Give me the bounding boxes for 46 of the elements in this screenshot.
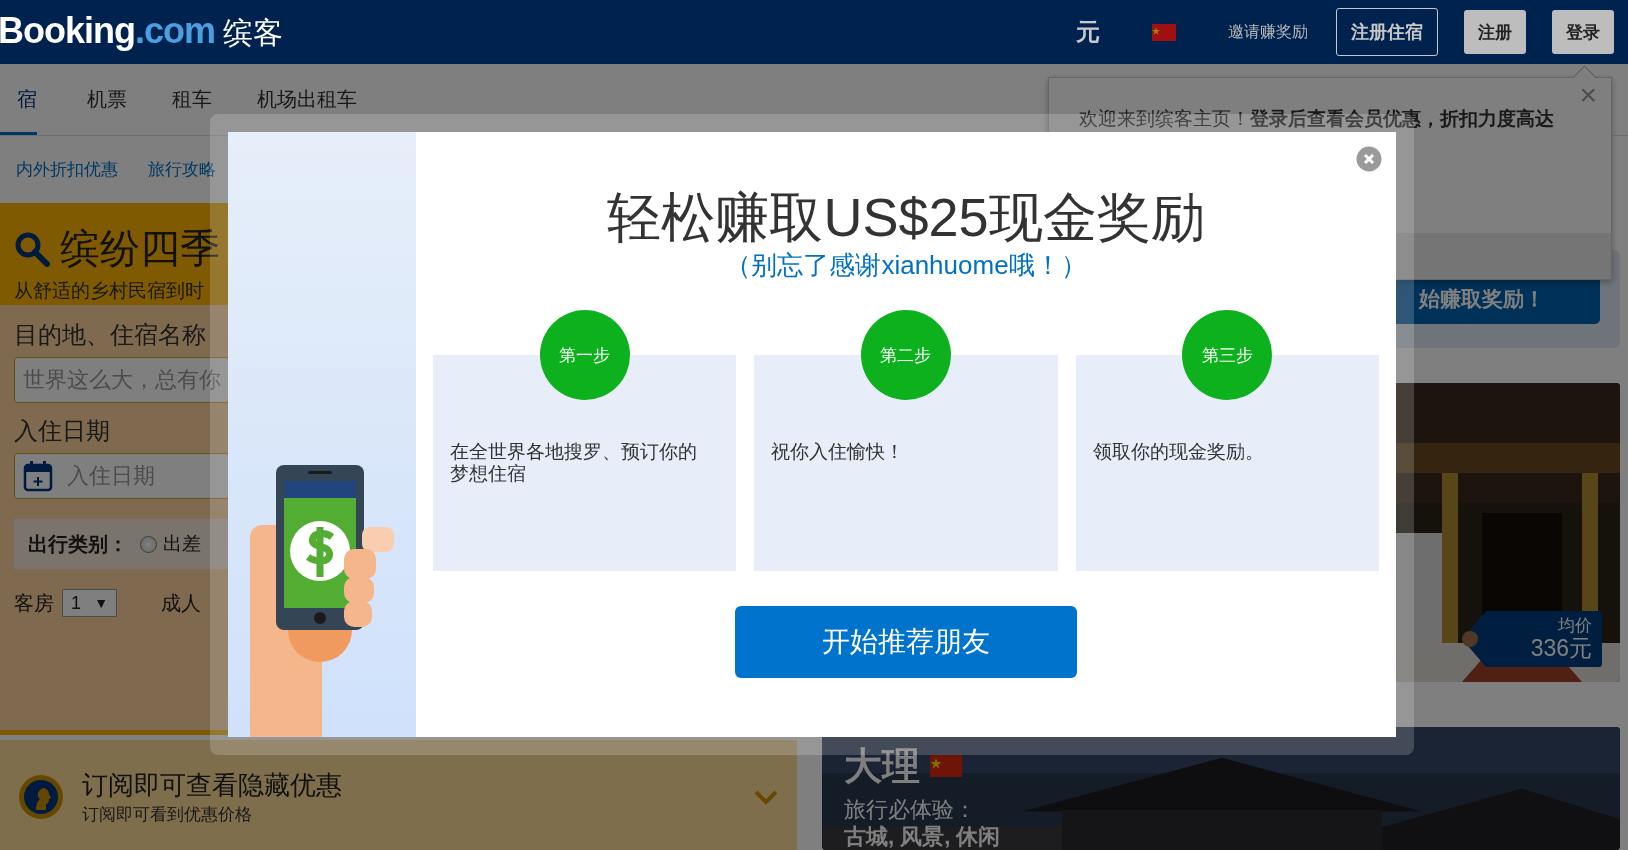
- adults-label: 成人: [161, 590, 201, 616]
- trip-type-label: 出行类别：: [28, 531, 128, 557]
- calendar-icon: [23, 460, 53, 492]
- destination-label: 目的地、住宿名称: [14, 320, 206, 350]
- nav-tab[interactable]: 机票: [87, 64, 127, 135]
- welcome-text: 欢迎来到缤客主页！登录后查看会员优惠，折扣力度高达: [1079, 107, 1554, 131]
- search-icon: [14, 230, 50, 267]
- step-text: 领取你的现金奖励。: [1092, 441, 1265, 463]
- header-button[interactable]: 登录: [1552, 10, 1614, 54]
- refer-friends-button[interactable]: 开始推荐朋友: [735, 606, 1077, 679]
- nav-tab[interactable]: 宿: [0, 64, 37, 135]
- subscribe-subtitle: 订阅即可看到优惠价格: [82, 803, 253, 826]
- header-button[interactable]: 注册: [1464, 10, 1526, 54]
- city-name: 大理: [844, 747, 920, 785]
- search-title: 缤纷四季: [60, 225, 220, 272]
- price-label: 均价: [1558, 617, 1592, 636]
- checkin-label: 入住日期: [14, 416, 110, 446]
- silhouette-icon: [18, 773, 64, 820]
- step-text: 在全世界各地搜罗、预订你的梦想住宿: [450, 441, 698, 485]
- step-text: 祝你入住愉快！: [771, 441, 906, 463]
- city-tagline: 旅行必体验：: [844, 799, 976, 821]
- currency-selector[interactable]: 元: [1076, 16, 1100, 48]
- city-tags: 古城, 风景, 休闲: [844, 826, 1001, 848]
- nav-tab[interactable]: 租车: [172, 64, 212, 135]
- nav-link[interactable]: 内外折扣优惠: [16, 158, 118, 181]
- modal-subtitle: （别忘了感谢xianhuome哦！）: [725, 249, 1087, 283]
- nav-link[interactable]: 旅行攻略: [148, 158, 216, 181]
- radio-label: 出差: [163, 532, 201, 556]
- nav-tab[interactable]: 机场出租车: [257, 64, 357, 135]
- register-property-button[interactable]: 注册住宿: [1336, 8, 1438, 56]
- modal-title: 轻松赚取US$25现金奖励: [607, 186, 1205, 249]
- logo[interactable]: Booking.com 缤客: [0, 10, 283, 54]
- search-subtitle: 从舒适的乡村民宿到时: [14, 279, 205, 303]
- rooms-label: 客房: [14, 590, 54, 616]
- invite-link[interactable]: 邀请赚奖励: [1228, 21, 1308, 43]
- chevron-down-icon[interactable]: [753, 788, 779, 805]
- flag-icon[interactable]: [1152, 23, 1176, 41]
- radio-button[interactable]: [140, 535, 157, 553]
- price-value: 336元: [1530, 635, 1592, 661]
- close-icon[interactable]: [1356, 146, 1382, 172]
- step-badge: 第一步: [539, 310, 630, 401]
- flag-icon: [930, 755, 962, 777]
- subscribe-title: 订阅即可查看隐藏优惠: [82, 768, 343, 802]
- rooms-select[interactable]: 1 ▼: [62, 589, 117, 617]
- step-badge: 第三步: [1182, 310, 1273, 401]
- step-badge: 第二步: [861, 310, 951, 401]
